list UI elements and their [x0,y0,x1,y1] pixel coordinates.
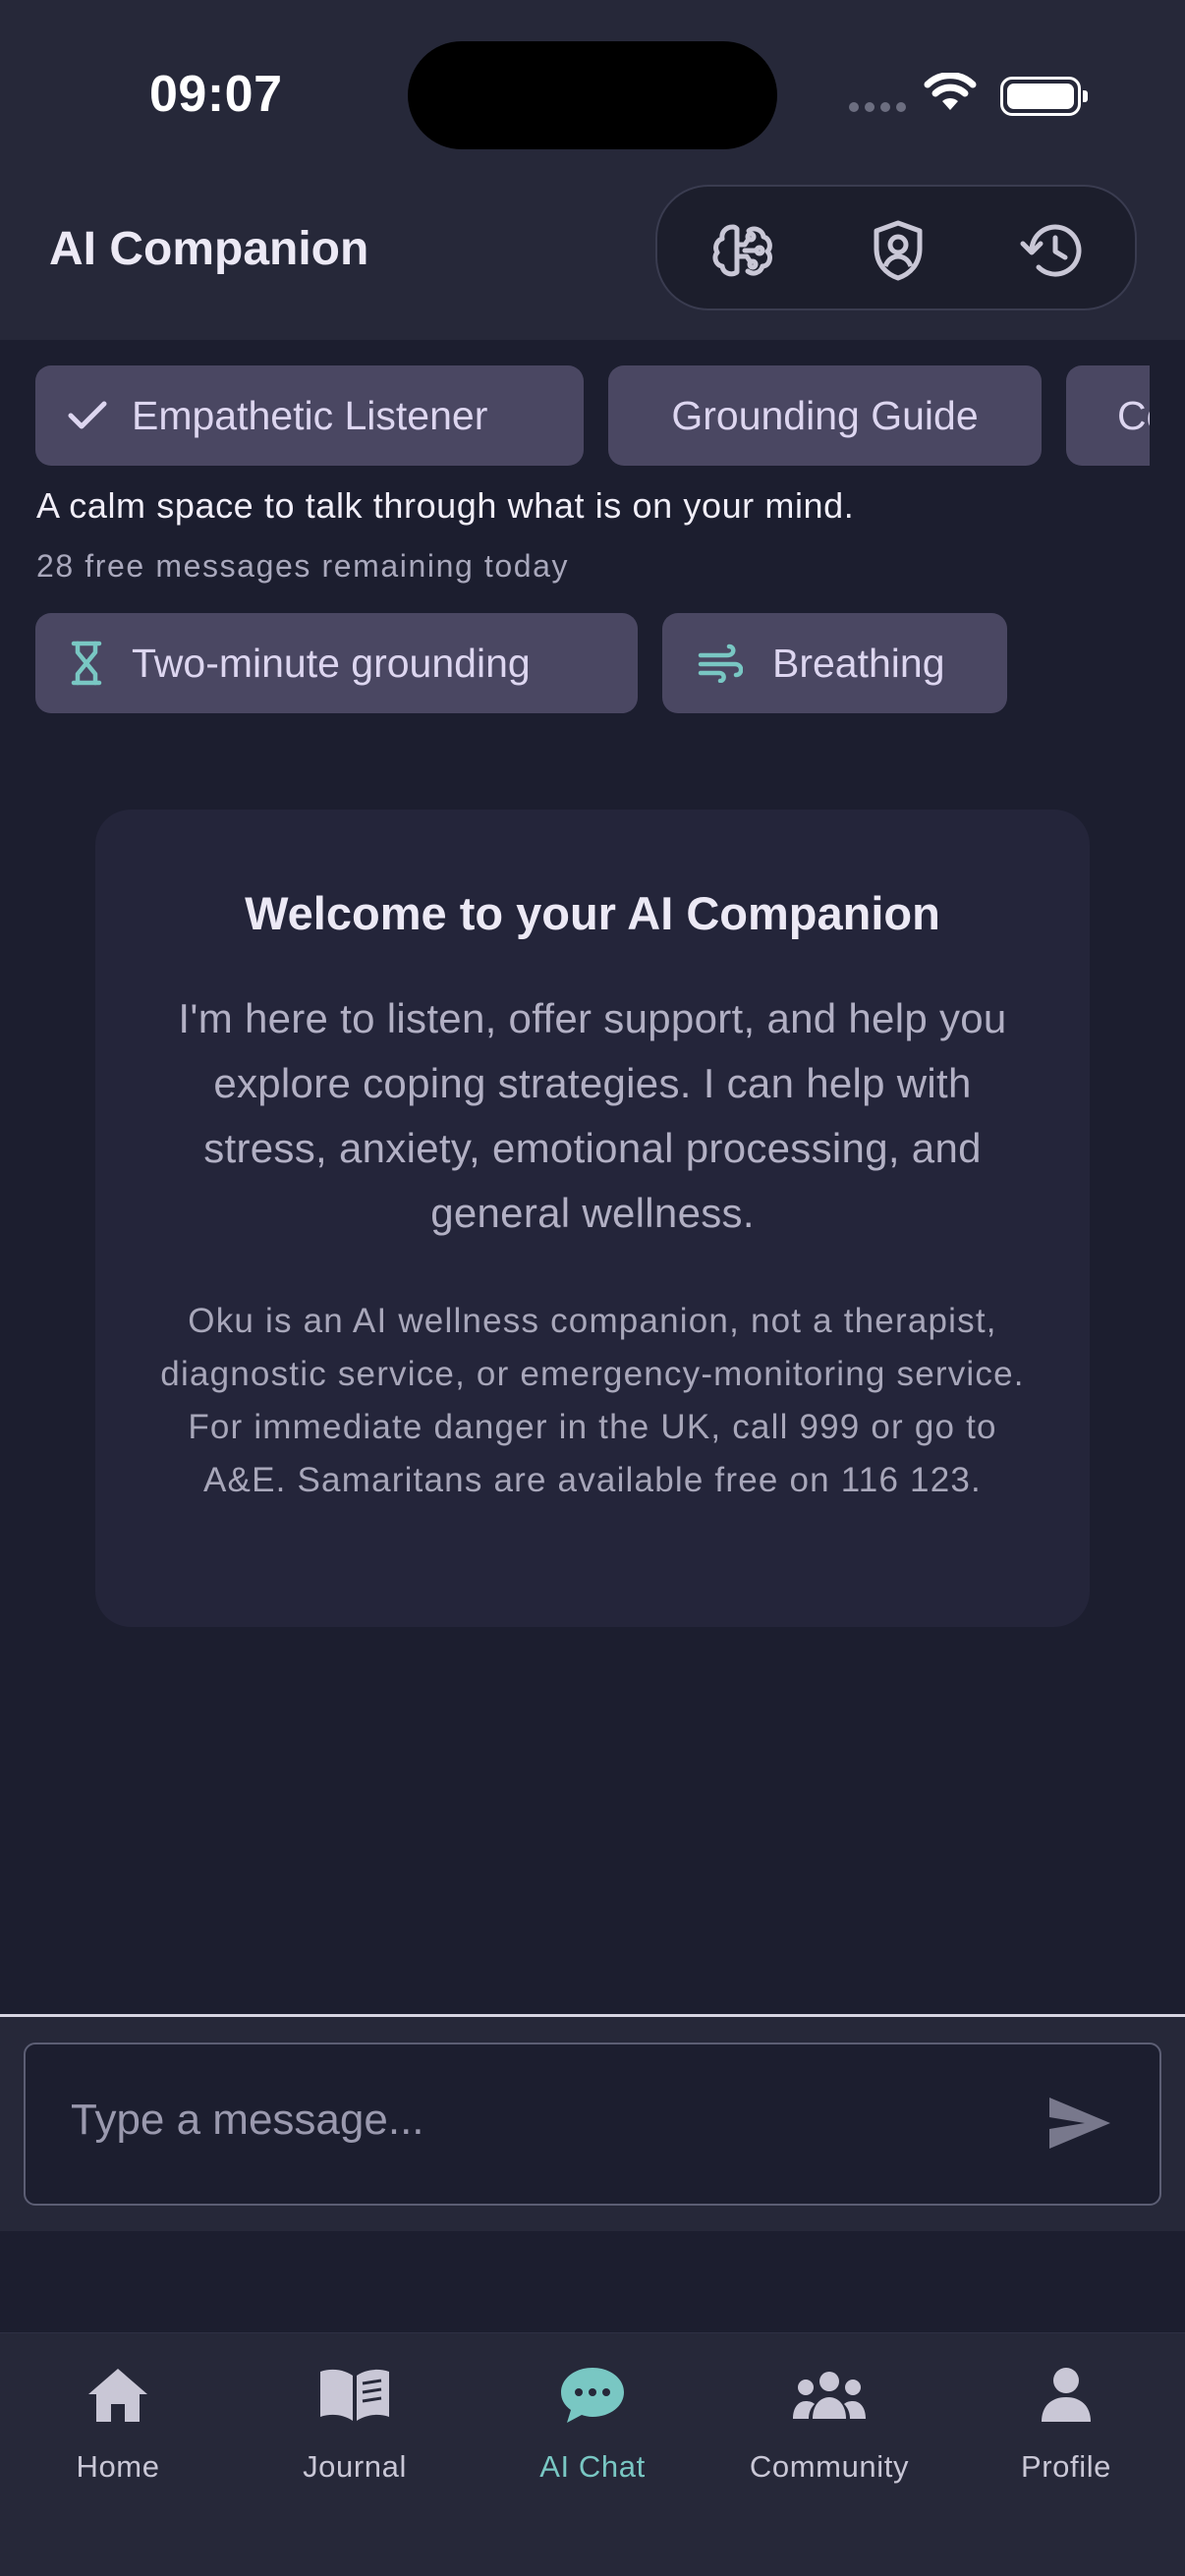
hourglass-icon [71,641,102,686]
check-icon [67,400,108,431]
dynamic-island [408,41,777,149]
message-input[interactable] [71,2086,955,2155]
home-icon [20,2363,216,2428]
wifi-icon [924,72,977,117]
nav-tab-label: AI Chat [539,2449,646,2484]
nav-tab-ai-chat[interactable]: AI Chat [494,2363,691,2491]
safety-disclaimer: Oku is an AI wellness companion, not a t… [160,1302,1025,1499]
ai-companion-screen: 09:07 AI Companion Empathetic Listener G… [0,0,1185,2576]
brain-button[interactable] [708,218,777,287]
welcome-card: Welcome to your AI Companion I'm here to… [95,810,1090,1627]
chat-icon [494,2363,691,2428]
wind-icon [698,644,743,683]
nav-tab-community[interactable]: Community [731,2363,928,2491]
safety-button[interactable] [864,218,932,287]
welcome-title: Welcome to your AI Companion [245,887,940,939]
status-time: 09:07 [149,66,283,123]
shield-user-icon [871,219,926,287]
battery-icon [1000,77,1088,116]
tool-two-minute-grounding-button[interactable]: Two-minute grounding [35,613,638,713]
nav-tab-label: Home [76,2449,160,2484]
nav-tab-profile[interactable]: Profile [968,2363,1164,2491]
message-box [24,2043,1161,2206]
persona-chip-label: Co [1117,392,1150,438]
nav-tab-label: Journal [303,2449,407,2484]
header-actions [655,185,1137,310]
tool-breathing-button[interactable]: Breathing [662,613,1007,713]
nav-tab-label: Community [749,2449,910,2484]
persona-selector: Empathetic Listener Grounding Guide Co [0,365,1150,466]
tool-label: Breathing [772,640,945,686]
status-bar: 09:07 [0,0,1185,167]
history-button[interactable] [1018,218,1087,287]
welcome-intro: I'm here to listen, offer support, and h… [178,995,1007,1236]
nav-tab-home[interactable]: Home [20,2363,216,2491]
persona-chip-grounding-guide[interactable]: Grounding Guide [608,365,1042,466]
send-icon [1045,2098,1114,2156]
persona-chip-label: Grounding Guide [671,392,979,438]
nav-tab-journal[interactable]: Journal [256,2363,453,2491]
history-icon [1020,220,1085,286]
persona-description: A calm space to talk through what is on … [36,485,855,526]
book-icon [256,2363,453,2428]
top-area: 09:07 AI Companion [0,0,1185,340]
persona-chip-partial[interactable]: Co [1066,365,1150,466]
user-icon [968,2363,1164,2428]
users-icon [731,2363,928,2428]
brain-icon [711,221,774,285]
persona-chip-empathetic-listener[interactable]: Empathetic Listener [35,365,584,466]
persona-chip-label: Empathetic Listener [132,392,488,438]
message-composer [0,2017,1185,2231]
tool-label: Two-minute grounding [132,640,531,686]
nav-tab-label: Profile [1020,2449,1112,2484]
page-title: AI Companion [49,223,369,275]
bottom-navigation: Home Journal AI Chat Community Profile [0,2332,1185,2576]
send-button[interactable] [1045,2094,1114,2157]
message-quota: 28 free messages remaining today [36,548,570,584]
cellular-signal-icon [849,102,906,112]
